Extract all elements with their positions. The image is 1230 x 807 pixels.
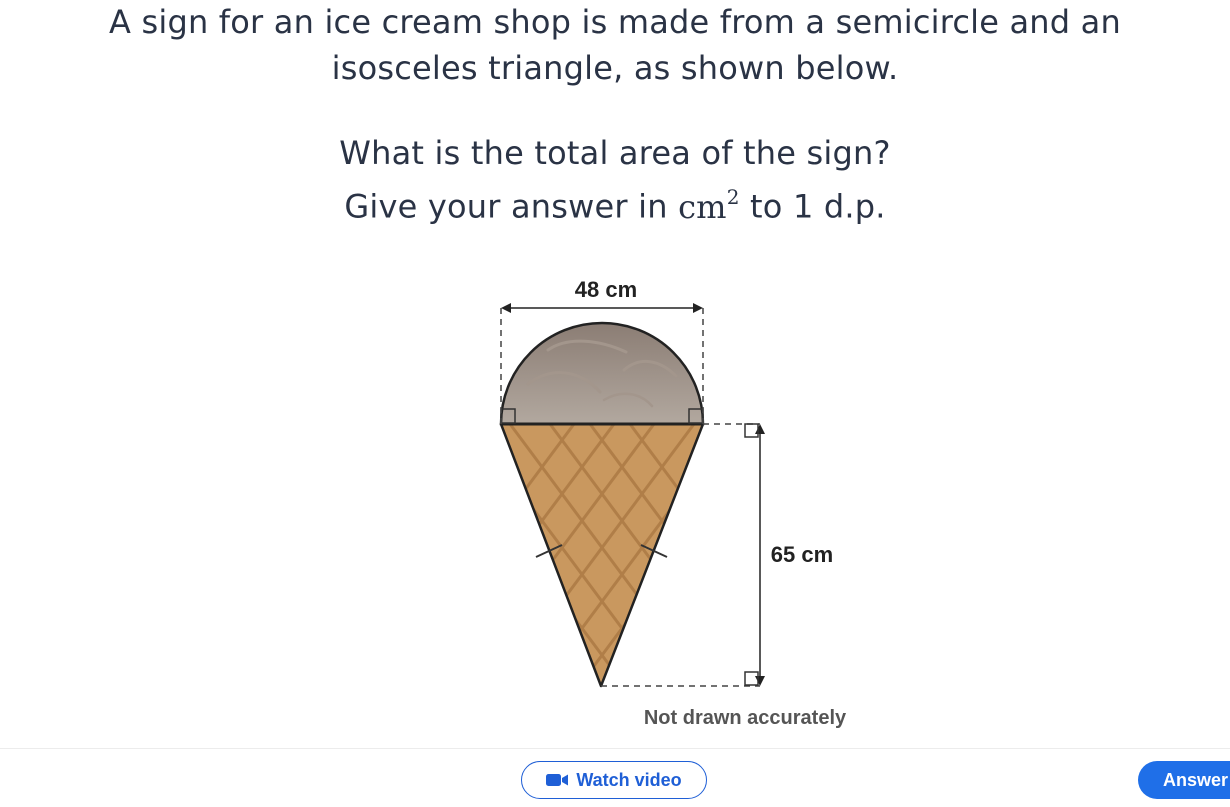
not-drawn-accurately-note: Not drawn accurately <box>644 707 847 729</box>
height-label: 65 cm <box>771 542 833 567</box>
watch-video-label: Watch video <box>576 769 682 790</box>
answer-label: Answer <box>1162 769 1228 790</box>
answer-button[interactable]: Answer <box>1138 761 1230 799</box>
video-camera-icon <box>546 774 569 786</box>
ice-cream-sign-diagram: 48 cm 65 cm Not drawn accurately <box>499 277 847 729</box>
watch-video-button[interactable]: Watch video <box>521 761 707 799</box>
scoop-semicircle <box>499 321 705 426</box>
cone-triangle <box>499 422 705 688</box>
footer-divider <box>0 748 1230 749</box>
width-label: 48 cm <box>575 277 637 302</box>
